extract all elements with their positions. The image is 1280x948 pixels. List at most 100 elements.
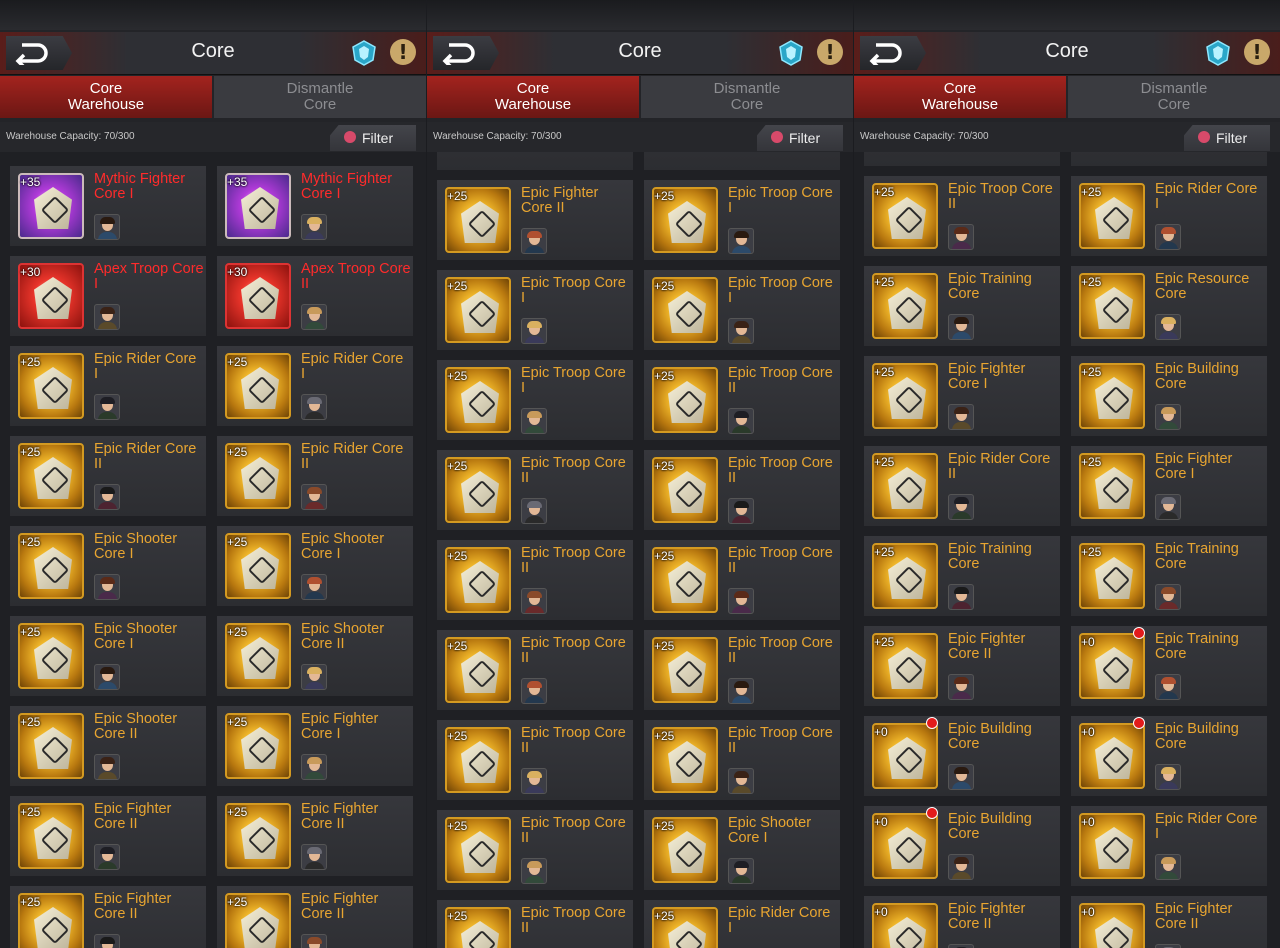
core-card[interactable]: +25 Epic Fighter Core II [437,180,633,260]
core-card-partial[interactable] [864,152,1060,166]
hero-avatar[interactable] [94,664,120,690]
core-card[interactable]: +25 Epic Rider Core I [644,900,840,948]
hero-avatar[interactable] [728,678,754,704]
tab-dismantle-core[interactable]: Dismantle Core [1068,76,1280,118]
core-card[interactable]: +25 Epic Troop Core II [437,450,633,530]
core-card[interactable]: +0 Epic Training Core [1071,626,1267,706]
core-card[interactable]: +35 Mythic Fighter Core I [10,166,206,246]
core-card[interactable]: +25 Epic Training Core [1071,536,1267,616]
hero-avatar[interactable] [521,678,547,704]
core-card[interactable]: +25 Epic Fighter Core II [10,886,206,948]
core-card[interactable]: +25 Epic Troop Core II [644,630,840,710]
hero-avatar[interactable] [1155,854,1181,880]
core-card[interactable]: +25 Epic Rider Core II [864,446,1060,526]
core-card-partial[interactable] [437,152,633,170]
core-card-partial[interactable] [644,152,840,170]
hero-avatar[interactable] [94,754,120,780]
hero-avatar[interactable] [728,228,754,254]
hero-avatar[interactable] [301,394,327,420]
hero-avatar[interactable] [948,944,974,948]
hero-avatar[interactable] [1155,764,1181,790]
hero-avatar[interactable] [94,394,120,420]
hero-avatar[interactable] [1155,404,1181,430]
hero-avatar[interactable] [94,484,120,510]
core-card[interactable]: +30 Apex Troop Core I [10,256,206,336]
core-card[interactable]: +25 Epic Troop Core I [437,270,633,350]
hero-avatar[interactable] [521,498,547,524]
crystal-gem-icon[interactable] [352,40,376,66]
tab-core-warehouse[interactable]: Core Warehouse [0,76,212,118]
hero-avatar[interactable] [301,304,327,330]
core-card[interactable]: +0 Epic Fighter Core II [1071,896,1267,948]
hero-avatar[interactable] [521,768,547,794]
core-list[interactable]: +25 Epic Troop Core II +25 Epic Rider Co… [854,152,1280,948]
hero-avatar[interactable] [301,934,327,948]
core-card[interactable]: +25 Epic Rider Core I [1071,176,1267,256]
core-card[interactable]: +25 Epic Troop Core II [437,720,633,800]
core-card[interactable]: +25 Epic Troop Core II [437,540,633,620]
hero-avatar[interactable] [1155,944,1181,948]
hero-avatar[interactable] [301,214,327,240]
core-card[interactable]: +25 Epic Fighter Core II [217,886,413,948]
hero-avatar[interactable] [1155,584,1181,610]
hero-avatar[interactable] [1155,494,1181,520]
hero-avatar[interactable] [728,408,754,434]
hero-avatar[interactable] [94,934,120,948]
filter-button[interactable]: Filter [330,125,416,151]
hero-avatar[interactable] [301,664,327,690]
hero-avatar[interactable] [301,484,327,510]
hero-avatar[interactable] [948,314,974,340]
core-card[interactable]: +25 Epic Rider Core I [10,346,206,426]
core-card[interactable]: +25 Epic Shooter Core II [217,616,413,696]
hero-avatar[interactable] [1155,674,1181,700]
core-card[interactable]: +25 Epic Troop Core II [644,360,840,440]
core-card[interactable]: +25 Epic Troop Core II [644,540,840,620]
hero-avatar[interactable] [728,768,754,794]
filter-button[interactable]: Filter [757,125,843,151]
core-card[interactable]: +25 Epic Fighter Core II [864,626,1060,706]
core-card[interactable]: +25 Epic Fighter Core I [864,356,1060,436]
tab-core-warehouse[interactable]: Core Warehouse [427,76,639,118]
core-card[interactable]: +25 Epic Troop Core II [864,176,1060,256]
hero-avatar[interactable] [94,214,120,240]
core-card[interactable]: +35 Mythic Fighter Core I [217,166,413,246]
core-card[interactable]: +25 Epic Troop Core I [644,180,840,260]
core-card[interactable]: +25 Epic Troop Core II [644,450,840,530]
core-card[interactable]: +25 Epic Troop Core I [437,360,633,440]
core-card[interactable]: +0 Epic Building Core [1071,716,1267,796]
info-exclamation-icon[interactable]: ! [1244,39,1270,65]
tab-core-warehouse[interactable]: Core Warehouse [854,76,1066,118]
core-card[interactable]: +25 Epic Troop Core II [437,900,633,948]
core-card[interactable]: +25 Epic Shooter Core I [10,526,206,606]
hero-avatar[interactable] [948,404,974,430]
core-card[interactable]: +25 Epic Troop Core I [644,270,840,350]
core-card[interactable]: +25 Epic Shooter Core I [217,526,413,606]
hero-avatar[interactable] [301,574,327,600]
hero-avatar[interactable] [521,408,547,434]
core-card[interactable]: +25 Epic Troop Core II [437,630,633,710]
hero-avatar[interactable] [728,858,754,884]
core-card-partial[interactable] [1071,152,1267,166]
core-card[interactable]: +0 Epic Building Core [864,716,1060,796]
core-card[interactable]: +0 Epic Fighter Core II [864,896,1060,948]
hero-avatar[interactable] [948,494,974,520]
core-card[interactable]: +25 Epic Rider Core II [217,436,413,516]
core-card[interactable]: +25 Epic Fighter Core II [10,796,206,876]
core-list[interactable]: +35 Mythic Fighter Core I +35 Mythic Fig… [0,152,426,948]
hero-avatar[interactable] [301,754,327,780]
core-card[interactable]: +25 Epic Resource Core [1071,266,1267,346]
hero-avatar[interactable] [521,588,547,614]
core-card[interactable]: +25 Epic Troop Core II [644,720,840,800]
hero-avatar[interactable] [94,304,120,330]
core-card[interactable]: +25 Epic Training Core [864,536,1060,616]
core-list[interactable]: +25 Epic Fighter Core II +25 Epic Troop … [427,152,853,948]
core-card[interactable]: +25 Epic Shooter Core II [10,706,206,786]
core-card[interactable]: +30 Apex Troop Core II [217,256,413,336]
hero-avatar[interactable] [521,858,547,884]
core-card[interactable]: +25 Epic Rider Core I [217,346,413,426]
core-card[interactable]: +0 Epic Building Core [864,806,1060,886]
hero-avatar[interactable] [1155,224,1181,250]
hero-avatar[interactable] [94,574,120,600]
hero-avatar[interactable] [948,584,974,610]
hero-avatar[interactable] [948,224,974,250]
